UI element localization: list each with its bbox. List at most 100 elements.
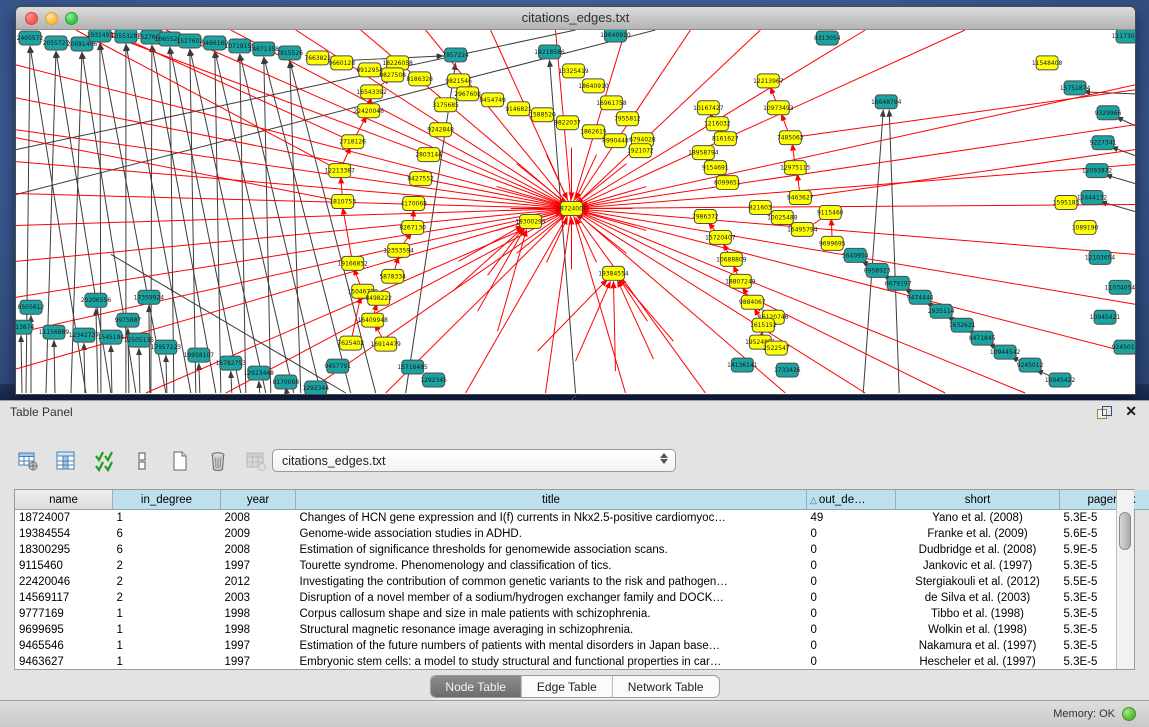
- graph-node[interactable]: 10945421: [1090, 310, 1121, 324]
- graph-node[interactable]: 8958923: [864, 263, 891, 277]
- graph-node[interactable]: 8454749: [479, 93, 506, 107]
- graph-node[interactable]: 2803144: [415, 148, 442, 162]
- graph-node[interactable]: 10167427: [693, 101, 724, 115]
- graph-node[interactable]: 7632621: [949, 318, 976, 332]
- graph-node[interactable]: 8990448: [602, 134, 629, 148]
- graph-node[interactable]: 11156889: [39, 325, 70, 339]
- table-row[interactable]: 946362711997Embryonic stem cells: a mode…: [15, 654, 1149, 670]
- graph-node[interactable]: 19384554: [598, 266, 629, 280]
- graph-node[interactable]: 1595183: [1053, 196, 1080, 210]
- graph-node[interactable]: 1921072: [627, 144, 654, 158]
- import-table-icon[interactable]: [242, 447, 270, 475]
- select-checks-icon[interactable]: [90, 447, 118, 475]
- graph-node[interactable]: 9884067: [739, 295, 766, 309]
- graph-node[interactable]: 19640910: [600, 30, 631, 42]
- graph-node[interactable]: 7986372: [692, 210, 719, 224]
- graph-node[interactable]: 10944542: [990, 345, 1021, 359]
- table-row[interactable]: 1872400712008Changes of HCN gene express…: [15, 510, 1149, 527]
- graph-node[interactable]: 11034054: [1105, 280, 1135, 294]
- table-column-icon[interactable]: [52, 447, 80, 475]
- graph-node[interactable]: 8471845: [969, 331, 996, 345]
- graph-node[interactable]: 2055727: [43, 36, 70, 50]
- graph-node[interactable]: 9329966: [1095, 106, 1122, 120]
- graph-node[interactable]: 8267130: [399, 220, 426, 234]
- column-header-year[interactable]: year: [221, 490, 296, 510]
- graph-node[interactable]: 1292345: [420, 373, 447, 387]
- graph-node[interactable]: 15751874: [1060, 81, 1091, 95]
- graph-node[interactable]: 15720407: [705, 230, 736, 244]
- graph-node[interactable]: 10945422: [1045, 373, 1076, 387]
- graph-node[interactable]: 9821546: [445, 74, 472, 88]
- table-select-dropdown[interactable]: citations_edges.txt: [272, 449, 676, 472]
- graph-node[interactable]: 8186328: [406, 72, 433, 86]
- graph-node[interactable]: 18640910: [578, 79, 609, 93]
- graph-node[interactable]: 16409948: [357, 313, 388, 327]
- graph-node[interactable]: 1588520: [529, 108, 556, 122]
- table-row[interactable]: 911546021997Tourette syndrome. Phenomeno…: [15, 558, 1149, 574]
- graph-node[interactable]: 12103654: [1085, 250, 1116, 264]
- graph-node[interactable]: 6679197: [885, 276, 912, 290]
- graph-node[interactable]: 9245019: [1112, 340, 1135, 354]
- graph-node[interactable]: 8099651: [714, 176, 741, 190]
- new-table-icon[interactable]: [166, 447, 194, 475]
- graph-node[interactable]: 12975115: [780, 161, 811, 175]
- graph-node[interactable]: 7625402: [337, 336, 364, 350]
- graph-node[interactable]: 7957224: [442, 48, 469, 62]
- graph-node[interactable]: 2718126: [339, 135, 366, 149]
- table-row[interactable]: 946554611997Estimation of the future num…: [15, 638, 1149, 654]
- graph-node[interactable]: 19958107: [184, 348, 215, 362]
- float-panel-icon[interactable]: [1097, 406, 1111, 418]
- graph-node[interactable]: 14671358: [249, 42, 280, 56]
- graph-node[interactable]: 16495794: [787, 222, 818, 236]
- graph-node[interactable]: 19166852: [337, 256, 368, 270]
- graph-node[interactable]: 18724007: [556, 202, 587, 216]
- graph-node[interactable]: 18300295: [515, 214, 546, 228]
- graph-node[interactable]: 9463627: [787, 191, 814, 205]
- graph-node[interactable]: 1733426: [774, 363, 801, 377]
- graph-node[interactable]: 8505612: [18, 300, 45, 314]
- graph-node[interactable]: 7815526: [276, 46, 303, 60]
- tab-network-table[interactable]: Network Table: [613, 676, 719, 697]
- network-window-titlebar[interactable]: citations_edges.txt: [16, 7, 1135, 30]
- graph-node[interactable]: 1862615: [580, 125, 607, 139]
- graph-node[interactable]: 18958794: [688, 146, 719, 160]
- table-settings-icon[interactable]: [14, 447, 42, 475]
- column-header-short[interactable]: short: [896, 490, 1060, 510]
- graph-node[interactable]: 4170068: [400, 197, 427, 211]
- graph-node[interactable]: 12213387: [325, 164, 356, 178]
- graph-node[interactable]: 16961758: [596, 96, 627, 110]
- column-header-out_de[interactable]: △out_de…: [807, 490, 896, 510]
- graph-node[interactable]: 1527602: [177, 34, 204, 48]
- graph-node[interactable]: 821603: [749, 201, 772, 215]
- table-row[interactable]: 2242004622012Investigating the contribut…: [15, 574, 1149, 590]
- graph-node[interactable]: 15716485: [397, 360, 428, 374]
- graph-node[interactable]: 9975887: [115, 313, 142, 327]
- table-row[interactable]: 977716911998Corpus callosum shape and si…: [15, 606, 1149, 622]
- graph-node[interactable]: 2967608: [454, 87, 481, 101]
- graph-node[interactable]: 2935114: [928, 304, 955, 318]
- graph-node[interactable]: 1810753: [329, 195, 356, 209]
- graph-node[interactable]: 12444132: [1077, 191, 1108, 205]
- graph-node[interactable]: 17957223: [151, 340, 182, 354]
- graph-node[interactable]: 9822037: [554, 116, 581, 130]
- graph-node[interactable]: 8313054: [814, 31, 841, 45]
- graph-node[interactable]: 10973493: [763, 101, 794, 115]
- graph-node[interactable]: 7485063: [777, 131, 804, 145]
- graph-node[interactable]: 7955812: [614, 112, 641, 126]
- graph-node[interactable]: 12213967: [753, 74, 784, 88]
- table-scrollbar[interactable]: [1116, 490, 1134, 669]
- graph-node[interactable]: 22420046: [353, 104, 384, 118]
- graph-node[interactable]: 1292344: [302, 381, 329, 394]
- graph-node[interactable]: 1640954: [842, 248, 869, 262]
- tab-edge-table[interactable]: Edge Table: [522, 676, 613, 697]
- graph-node[interactable]: 2405572: [17, 31, 44, 45]
- graph-node[interactable]: 5878334: [379, 269, 406, 283]
- graph-node[interactable]: 12923448: [244, 366, 275, 380]
- graph-node[interactable]: 20206556: [81, 293, 112, 307]
- graph-node[interactable]: 9146821: [505, 102, 532, 116]
- row-height-icon[interactable]: [128, 447, 156, 475]
- graph-node[interactable]: 9242848: [427, 123, 454, 137]
- close-panel-icon[interactable]: ✕: [1125, 403, 1137, 420]
- graph-node[interactable]: 9154691: [702, 161, 729, 175]
- table-scrollbar-thumb[interactable]: [1119, 512, 1131, 550]
